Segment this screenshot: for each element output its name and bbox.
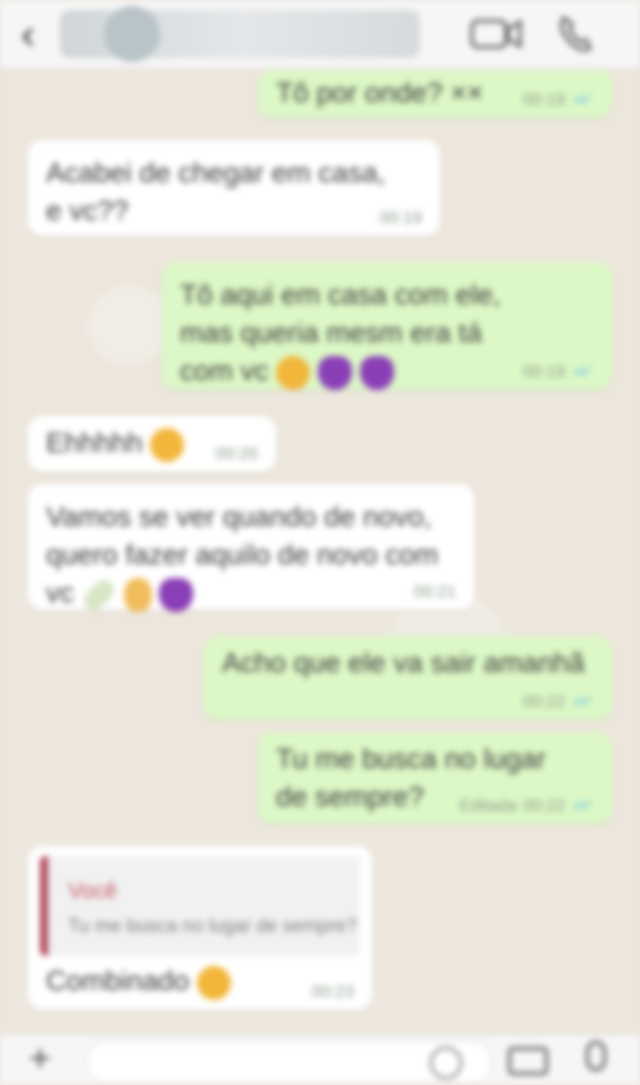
devil-emoji-icon [360,355,395,390]
message-time: 00:19 [522,362,566,381]
message-bubble-incoming[interactable]: Vamos se ver quando de novo, quero fazer… [28,484,474,614]
edited-label: Editada [459,796,517,815]
message-text-content: Combinado [46,965,190,996]
smirk-emoji-icon [150,427,185,462]
message-bubble-outgoing[interactable]: Acho que ele va sair amanhã 00:22 ✓✓ [204,636,612,720]
message-time: 00:19 [522,90,566,109]
message-meta: 00:19 [379,208,422,228]
message-time: 00:20 [215,444,258,463]
message-bubble-outgoing[interactable]: Tu me busca no lugar de sempre? Editada … [258,732,612,824]
message-time: 00:19 [379,208,422,227]
message-text: Acabei de chegar em casa, e vc?? [46,157,386,226]
message-time: 00:21 [413,582,456,601]
message-time: 00:22 [522,692,566,711]
message-meta: 00:20 [215,444,258,464]
message-meta: 00:22 ✓✓ [523,692,594,712]
message-time: 00:22 [522,796,566,815]
message-bubble-incoming[interactable]: Acabei de chegar em casa, e vc?? 00:19 [28,140,440,236]
read-ticks-icon: ✓✓ [571,796,594,815]
chat-screen: ‹ Tô por onde? ×× 00:19 ✓✓ Acabei de che… [0,0,640,1085]
phone-icon[interactable] [556,14,596,54]
message-bubble-incoming[interactable]: Você Tu me busca no lugar de sempre? Com… [28,846,372,1010]
back-arrow-icon[interactable]: ‹ [10,13,46,55]
quote-author: Você [68,878,117,903]
microphone-icon[interactable] [586,1041,606,1071]
smirk-emoji-icon [196,965,231,1000]
devil-emoji-icon [318,355,353,390]
message-text: Acho que ele va sair amanhã [222,647,585,678]
camera-icon[interactable] [508,1047,548,1075]
message-bubble-incoming[interactable]: Ehhhhh 00:20 [28,416,276,472]
message-text: Vamos se ver quando de novo, quero fazer… [46,498,456,614]
sticker-icon[interactable] [430,1047,462,1079]
devil-emoji-icon [159,577,194,612]
chat-header: ‹ [0,0,640,69]
read-ticks-icon: ✓✓ [571,90,594,109]
message-meta: 00:21 [413,582,456,602]
message-bubble-outgoing[interactable]: Tô por onde? ×× 00:19 ✓✓ [258,70,612,118]
quoted-message[interactable]: Você Tu me busca no lugar de sempre? [40,856,360,956]
message-text: Tô aqui em casa com ele, mas queria mesm… [180,276,542,390]
message-time: 00:23 [311,982,354,1001]
pill-emoji-icon [79,575,118,614]
message-meta: 00:23 [311,982,354,1002]
message-text: Combinado [46,962,354,1000]
message-bubble-outgoing[interactable]: Tô aqui em casa com ele, mas queria mesm… [162,262,612,390]
read-ticks-icon: ✓✓ [571,362,594,381]
read-ticks-icon: ✓✓ [571,692,594,711]
video-camera-icon[interactable] [470,18,522,50]
message-meta: 00:19 ✓✓ [523,362,594,382]
quote-text: Tu me busca no lugar de sempre? [68,916,357,937]
message-text-content: Ehhhhh [46,427,143,458]
hand-emoji-icon [123,577,152,612]
plus-icon[interactable]: + [22,1040,58,1078]
smirk-emoji-icon [276,355,311,390]
message-meta: 00:19 ✓✓ [523,90,594,110]
avatar[interactable] [104,6,160,62]
message-input-bar: + [0,1034,640,1085]
message-meta: Editada 00:22 ✓✓ [459,796,594,816]
